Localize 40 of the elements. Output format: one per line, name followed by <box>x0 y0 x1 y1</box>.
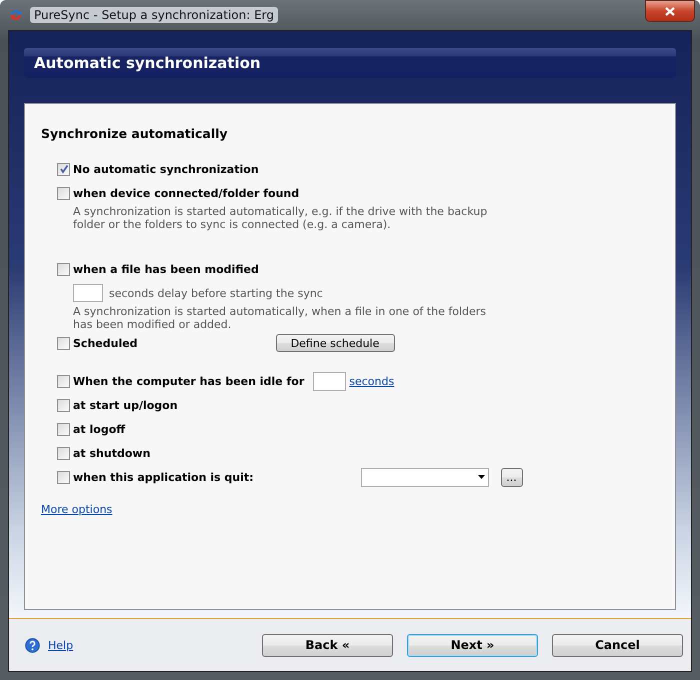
option-label: Scheduled <box>73 336 138 350</box>
option-label: when this application is quit: <box>73 470 254 484</box>
define-schedule-button[interactable]: Define schedule <box>276 334 395 352</box>
page-header: Automatic synchronization <box>24 48 676 78</box>
wizard-button[interactable]: Back « <box>262 634 393 656</box>
dropdown-caret-icon <box>478 475 485 479</box>
option-label: When the computer has been idle for <box>73 374 304 388</box>
idle-seconds-field[interactable] <box>313 372 346 390</box>
option-label: at shutdown <box>73 446 150 460</box>
wizard-button[interactable]: Cancel <box>552 634 683 656</box>
checkbox[interactable] <box>57 446 70 460</box>
dropdown[interactable] <box>360 468 489 486</box>
option-label: when a file has been modified <box>73 262 259 276</box>
option-label: at start up/logon <box>73 398 178 412</box>
section-title: Synchronize automatically <box>41 126 229 141</box>
checkbox[interactable] <box>57 422 70 436</box>
checkbox[interactable] <box>57 374 70 388</box>
delay-field[interactable] <box>73 284 103 302</box>
wizard-button[interactable]: Next » <box>407 634 538 656</box>
checkbox[interactable] <box>57 398 70 412</box>
seconds-link[interactable]: seconds <box>349 374 394 388</box>
more-options-link[interactable]: More options <box>41 503 112 516</box>
browse-button[interactable]: ... <box>500 468 523 486</box>
checkbox[interactable] <box>57 336 70 350</box>
checkbox[interactable] <box>57 470 70 484</box>
help-link[interactable]: Help <box>48 638 74 652</box>
close-button[interactable] <box>645 0 695 22</box>
sync-arrows-icon <box>8 7 24 23</box>
option-description: A synchronization is started automatically, e.g. if the drive with the backup folder or the folders to sync is connected (e.g. a camera). <box>72 205 488 231</box>
option-label: when device connected/folder found <box>73 186 300 200</box>
window-title: PureSync - Setup a synchronization: Erg <box>30 7 278 23</box>
checkbox[interactable] <box>57 186 70 200</box>
option-label: No automatic synchronization <box>73 162 259 176</box>
help-icon[interactable] <box>25 638 40 652</box>
close-icon <box>665 6 675 16</box>
field-label: seconds delay before starting the sync <box>109 286 323 300</box>
option-description: A synchronization is started automatically, when a file in one of the folders has been modified or added. <box>72 305 487 331</box>
option-label: at logoff <box>73 422 126 436</box>
checkbox[interactable] <box>57 162 70 176</box>
checkbox[interactable] <box>57 262 70 276</box>
